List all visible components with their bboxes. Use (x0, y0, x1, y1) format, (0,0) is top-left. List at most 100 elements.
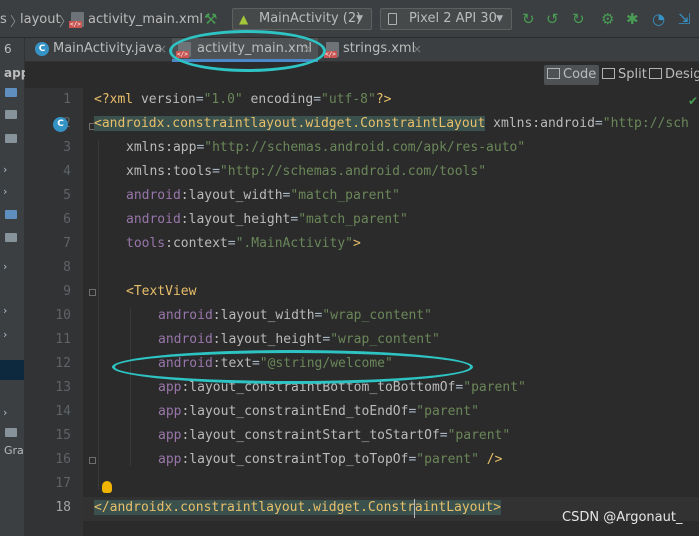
token: "http://sch (602, 116, 689, 131)
chevron-right-icon[interactable]: › (3, 185, 7, 198)
breadcrumb-parent[interactable]: s (0, 12, 7, 27)
chevron-right-icon[interactable]: › (3, 406, 7, 419)
token: "wrap_content" (330, 332, 440, 347)
hammer-icon[interactable]: ⚒ (204, 10, 217, 28)
code-line-2: <androidx.constraintlayout.widget.Constr… (94, 112, 689, 136)
chevron-right-icon[interactable]: › (3, 260, 7, 273)
token: :layout_constraintTop_toTopOf (181, 452, 409, 467)
device-select[interactable]: Pixel 2 API 30 ▼ (380, 8, 512, 30)
apply-changes-icon[interactable]: ↺ (546, 10, 559, 28)
token: "wrap_content" (322, 308, 432, 323)
token: app (158, 452, 182, 467)
token: "@string/welcome" (259, 356, 393, 371)
gradle-scripts-label[interactable]: Gra (4, 444, 24, 457)
close-icon[interactable]: × (302, 38, 312, 60)
line-number: 16 (55, 452, 71, 467)
token: "1.0" (203, 92, 243, 107)
breadcrumb-layout[interactable]: layout (20, 12, 61, 27)
code-line-15: app:layout_constraintStart_toStartOf="pa… (158, 424, 510, 448)
close-icon[interactable]: × (412, 38, 422, 60)
line-number: 8 (63, 260, 71, 275)
tab-activity-main-xml[interactable]: </> activity_main.xml × (172, 38, 318, 62)
navigation-bar: s 〉 layout 〉 </> activity_main.xml ⚒ ▲ M… (0, 0, 699, 38)
code-line-1: <?xml version="1.0" encoding="utf-8"?> (94, 88, 391, 112)
token: android (158, 332, 213, 347)
token: = (195, 92, 204, 107)
line-number: 12 (55, 356, 71, 371)
token: <androidx.constraintlayout.widget.Constr… (94, 116, 486, 131)
token: "utf-8" (321, 92, 376, 107)
tab-strings-xml[interactable]: </> strings.xml × (324, 38, 436, 61)
code-mode-label: Code (563, 67, 597, 82)
line-number: 11 (55, 332, 71, 347)
device-icon (388, 13, 397, 25)
attach-icon[interactable]: ⇲ (678, 10, 691, 28)
token: "http://schemas.android.com/apk/res-auto… (204, 140, 526, 155)
code-line-6: android:layout_height="match_parent" (126, 208, 408, 232)
device-label: Pixel 2 API 30 (409, 11, 497, 26)
token: :text (212, 356, 252, 371)
token: "parent" (463, 380, 526, 395)
token: android (158, 356, 213, 371)
class-icon: C (35, 42, 49, 56)
code-line-14: app:layout_constraintEnd_toEndOf="parent… (158, 400, 479, 424)
design-view-icon (649, 68, 662, 79)
line-number: 4 (63, 164, 71, 179)
chevron-down-icon: ▼ (496, 14, 503, 24)
folder-icon (5, 134, 17, 143)
run-configuration-label: MainActivity (2) (259, 11, 362, 26)
code-line-10: android:layout_width="wrap_content" (158, 304, 432, 328)
code-line-16: app:layout_constraintTop_toTopOf="parent… (158, 448, 502, 472)
token: xmlns:app (126, 140, 197, 155)
fold-marker-icon[interactable] (89, 289, 96, 296)
apply-code-icon[interactable]: ↻ (572, 10, 585, 28)
token: = (251, 356, 260, 371)
debug-icon[interactable]: ✱ (626, 10, 639, 28)
chevron-right-icon[interactable]: › (3, 328, 7, 341)
indent-guide (130, 308, 131, 466)
close-icon[interactable]: × (157, 38, 167, 60)
rerun-icon[interactable]: ↻ (522, 10, 535, 28)
token: android (126, 188, 181, 203)
android-icon: ▲ (239, 12, 249, 26)
token: :layout_height (180, 212, 291, 227)
line-number: 5 (63, 188, 71, 203)
project-panel-label: 6 (4, 42, 12, 56)
token: xmlns:tools (126, 164, 213, 179)
token: "match_parent" (290, 188, 400, 203)
line-number: 7 (63, 236, 71, 251)
tab-label: strings.xml (343, 41, 416, 56)
lightbulb-icon[interactable] (102, 481, 112, 493)
token: "parent" (447, 428, 511, 443)
chevron-right-icon[interactable]: › (3, 304, 7, 317)
design-mode-label: Desig (665, 67, 699, 82)
token: "match_parent" (298, 212, 408, 227)
token: android (126, 212, 181, 227)
chevron-right-icon[interactable]: › (3, 163, 7, 176)
run-icon[interactable]: ⚙ (601, 10, 614, 28)
token: <?xml (94, 92, 141, 107)
editor-gutter: 1 2 3 4 5 6 7 8 9 10 11 12 13 14 15 16 1… (25, 88, 96, 536)
xml-file-icon: </> (69, 12, 84, 28)
line-number: 10 (55, 308, 71, 323)
token: :layout_width (212, 308, 315, 323)
tab-label: activity_main.xml (197, 41, 313, 56)
line-number: 1 (63, 92, 71, 107)
selected-tree-row[interactable] (0, 360, 24, 380)
tab-mainactivity-java[interactable]: C MainActivity.java × (29, 38, 169, 61)
fold-marker-icon[interactable] (89, 457, 96, 464)
run-configuration-select[interactable]: ▲ MainActivity (2) ▼ (232, 8, 372, 30)
token: = (439, 428, 448, 443)
breadcrumb-file[interactable]: activity_main.xml (88, 12, 203, 27)
code-line-4: xmlns:tools="http://schemas.android.com/… (126, 160, 486, 184)
token: "http://schemas.android.com/tools" (219, 164, 487, 179)
split-mode-button[interactable]: Split (602, 65, 648, 85)
token: </androidx.constraintlayout.widget.Const… (94, 500, 501, 515)
editor-mode-bar: Code Split Desig (25, 62, 699, 88)
profile-icon[interactable]: ◔ (652, 10, 665, 28)
code-mode-button[interactable]: Code (544, 65, 599, 85)
design-mode-button[interactable]: Desig (649, 65, 699, 85)
class-icon[interactable]: C (53, 117, 68, 132)
token: app (158, 428, 182, 443)
project-panel: 6 app › › › › › › Gra (0, 38, 29, 536)
